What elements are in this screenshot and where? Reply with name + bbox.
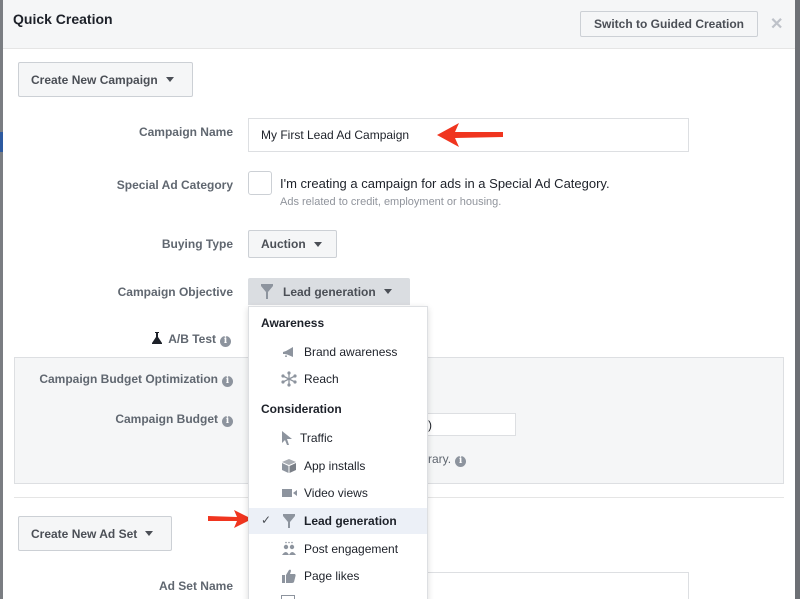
dropdown-item-label: Brand awareness xyxy=(304,345,398,359)
dropdown-item-label: Traffic xyxy=(300,431,333,445)
dropdown-item-reach[interactable]: Reach xyxy=(249,366,427,392)
dropdown-item-label: Video views xyxy=(304,486,368,500)
buying-type-label: Buying Type xyxy=(161,237,233,251)
page-backdrop-right xyxy=(795,0,800,599)
info-icon[interactable]: i xyxy=(222,416,233,427)
special-ad-category-label: Special Ad Category xyxy=(116,178,233,192)
box-icon xyxy=(282,459,296,473)
dropdown-item-traffic[interactable]: Traffic xyxy=(249,425,427,451)
flask-icon xyxy=(152,332,163,344)
campaign-objective-dropdown[interactable]: Lead generation xyxy=(248,278,410,305)
megaphone-icon xyxy=(283,347,293,357)
create-new-campaign-label: Create New Campaign xyxy=(31,72,158,87)
dropdown-item-page-likes[interactable]: Page likes xyxy=(249,563,427,589)
modal-header: Quick Creation Switch to Guided Creation… xyxy=(3,0,795,49)
info-icon[interactable]: i xyxy=(455,456,467,467)
dropdown-item-lead-generation[interactable]: ✓ Lead generation xyxy=(249,508,427,534)
campaign-budget-value: ) xyxy=(428,417,432,432)
buying-type-dropdown[interactable]: Auction xyxy=(248,230,337,258)
caret-down-icon xyxy=(313,241,322,247)
dropdown-item-app-installs[interactable]: App installs xyxy=(249,453,427,479)
ad-set-name-label: Ad Set Name xyxy=(158,579,233,593)
budget-note: rary. i xyxy=(428,452,467,467)
special-ad-category-subtext: Ads related to credit, employment or hou… xyxy=(280,196,502,208)
campaign-budget-text: Campaign Budget xyxy=(115,412,218,426)
dropdown-item-label: App installs xyxy=(304,459,366,473)
next-item-icon xyxy=(281,595,295,599)
campaign-budget-input[interactable]: ) xyxy=(413,413,516,436)
caret-down-icon xyxy=(383,289,392,294)
dropdown-group-heading: Awareness xyxy=(261,316,325,330)
create-new-ad-set-button[interactable]: Create New Ad Set xyxy=(18,516,172,551)
campaign-name-value: My First Lead Ad Campaign xyxy=(261,128,410,142)
buying-type-value: Auction xyxy=(261,237,306,251)
people-icon xyxy=(282,541,296,555)
caret-down-icon xyxy=(165,77,174,82)
campaign-budget-label: Campaign Budget i xyxy=(63,412,233,427)
reach-icon xyxy=(281,371,297,387)
video-camera-icon xyxy=(282,489,297,497)
special-ad-category-text: I'm creating a campaign for ads in a Spe… xyxy=(280,176,610,191)
quick-creation-modal: Quick Creation Switch to Guided Creation… xyxy=(3,0,795,599)
special-ad-category-checkbox[interactable] xyxy=(248,171,272,195)
ab-test-label: A/B Test i xyxy=(103,332,231,347)
switch-to-guided-creation-button[interactable]: Switch to Guided Creation xyxy=(580,11,758,37)
dropdown-item-post-engagement[interactable]: Post engagement xyxy=(249,536,427,562)
funnel-icon xyxy=(261,283,273,299)
objective-dropdown-menu: Awareness Brand awareness Reach Consider… xyxy=(248,306,428,599)
create-new-ad-set-label: Create New Ad Set xyxy=(31,526,138,541)
campaign-name-label: Campaign Name xyxy=(138,125,233,139)
dropdown-item-brand-awareness[interactable]: Brand awareness xyxy=(249,339,427,365)
funnel-icon xyxy=(283,514,295,528)
info-icon[interactable]: i xyxy=(222,376,233,387)
dropdown-item-label: Post engagement xyxy=(304,542,399,556)
dropdown-item-label: Reach xyxy=(304,372,339,386)
checkmark-icon: ✓ xyxy=(261,513,272,527)
dropdown-item-video-views[interactable]: Video views xyxy=(249,480,427,506)
close-icon[interactable]: ✕ xyxy=(770,14,783,34)
caret-down-icon xyxy=(145,531,154,536)
dropdown-item-label: Lead generation xyxy=(304,514,397,528)
dropdown-item-label: Page likes xyxy=(304,569,360,583)
info-icon[interactable]: i xyxy=(220,336,231,347)
annotation-arrow-icon xyxy=(437,123,503,147)
cbo-text: Campaign Budget Optimization xyxy=(39,372,218,386)
thumbs-up-icon xyxy=(282,569,296,583)
dropdown-group-heading: Consideration xyxy=(261,402,342,416)
cbo-label: Campaign Budget Optimization i xyxy=(23,372,233,387)
budget-note-text: rary. xyxy=(428,452,452,466)
ab-test-text: A/B Test xyxy=(168,332,216,346)
cursor-icon xyxy=(282,431,292,445)
campaign-objective-label: Campaign Objective xyxy=(117,285,233,299)
modal-title: Quick Creation xyxy=(13,11,113,27)
ad-set-name-input[interactable] xyxy=(413,572,689,599)
annotation-arrow-icon xyxy=(208,510,252,528)
campaign-objective-value: Lead generation xyxy=(283,284,376,299)
create-new-campaign-button[interactable]: Create New Campaign xyxy=(18,62,193,97)
